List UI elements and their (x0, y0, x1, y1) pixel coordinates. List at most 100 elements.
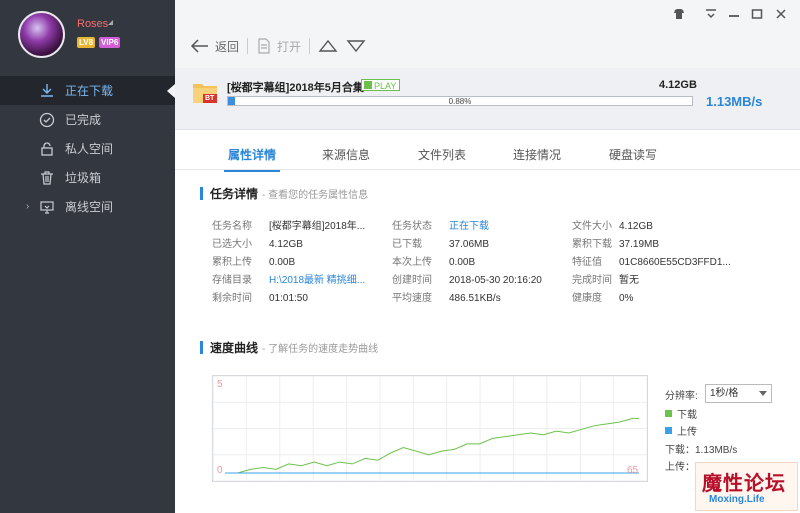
tab-files[interactable]: 文件列表 (418, 146, 466, 171)
download-speed-readout: 下载：1.13MB/s (665, 445, 738, 456)
section-title: 任务详情 (210, 187, 259, 201)
section-subtitle: - 查看您的任务属性信息 (262, 190, 369, 201)
legend-swatch-download (665, 410, 672, 417)
resolution-label: 分辨率: (665, 391, 698, 402)
back-label: 返回 (215, 39, 240, 54)
detail-row: 已选大小 4.12GB (212, 236, 365, 254)
sidebar-item-downloading[interactable]: 正在下载 (0, 76, 175, 105)
sidebar-item-label: 已完成 (65, 113, 102, 127)
details-column-2: 任务状态 正在下载 已下载 37.06MB 本次上传 0.00B 创建时间 2018-0… (392, 218, 542, 308)
detail-label: 健康度 (572, 293, 602, 304)
resolution-value: 1秒/格 (710, 388, 739, 399)
detail-label: 创建时间 (392, 275, 432, 286)
task-size: 4.12GB (659, 79, 697, 91)
skin-icon[interactable] (671, 6, 687, 22)
detail-row: 创建时间 2018-05-30 20:16:20 (392, 272, 542, 290)
sidebar-item-offline[interactable]: › 离线空间 (0, 192, 175, 221)
tab-disk-io[interactable]: 硬盘读写 (609, 146, 657, 171)
section-title: 速度曲线 (210, 341, 259, 355)
detail-value: [桜都字幕组]2018年... (269, 221, 366, 232)
task-name: [桜都字幕组]2018年5月合集 (227, 82, 364, 94)
sidebar: Roses LV8 VIP6 正在下载 已完成 私人空间 垃圾箱 › 离线空间 (0, 0, 175, 513)
sidebar-item-completed[interactable]: 已完成 (0, 105, 175, 134)
tab-properties[interactable]: 属性详情 (223, 146, 281, 172)
lock-icon (38, 140, 56, 158)
open-button[interactable]: 打开 (256, 38, 301, 55)
detail-row: 存储目录 H:\2018最新 精挑细... (212, 272, 365, 290)
detail-value: 37.19MB (619, 239, 660, 250)
trash-icon (38, 169, 56, 187)
detail-label: 特征值 (572, 257, 602, 268)
user-menu-caret-icon[interactable] (108, 20, 113, 25)
detail-row: 累积下载 37.19MB (572, 236, 731, 254)
file-type-label: BT (205, 95, 215, 102)
close-icon[interactable] (773, 6, 789, 22)
detail-value: 01C8660E55CD3FFD1... (619, 257, 731, 268)
bt-folder-icon: BT (192, 80, 218, 104)
detail-value: 4.12GB (619, 221, 653, 232)
progress-bar: 0.88% (227, 96, 693, 106)
play-button[interactable]: PLAY (361, 79, 401, 91)
arrow-left-icon (190, 39, 208, 53)
details-column-3: 文件大小 4.12GB 累积下载 37.19MB 特征值 01C8660E55CD3F… (572, 218, 731, 308)
speed-section-header: 速度曲线 - 了解任务的速度走势曲线 (200, 339, 378, 356)
detail-row: 本次上传 0.00B (392, 254, 542, 272)
sidebar-item-trash[interactable]: 垃圾箱 (0, 163, 175, 192)
username[interactable]: Roses (77, 18, 108, 30)
back-button[interactable]: 返回 (190, 38, 239, 55)
tab-connections[interactable]: 连接情况 (513, 146, 561, 171)
cloud-monitor-icon (38, 198, 56, 216)
chevron-right-icon[interactable]: › (26, 201, 29, 212)
triangle-down-icon (346, 40, 366, 53)
move-up-button[interactable] (318, 39, 338, 53)
detail-label: 累积上传 (212, 257, 252, 268)
sidebar-nav: 正在下载 已完成 私人空间 垃圾箱 › 离线空间 (0, 76, 175, 221)
detail-row: 任务名称 [桜都字幕组]2018年... (212, 218, 365, 236)
avatar[interactable] (18, 11, 65, 58)
task-row[interactable]: BT [桜都字幕组]2018年5月合集 PLAY 4.12GB 0.88% 1.… (175, 68, 800, 130)
check-circle-icon (38, 111, 56, 129)
watermark-logo: 魔性论坛 Moxing.Life (695, 462, 798, 511)
task-status-value: 正在下载 (449, 221, 489, 232)
detail-value: 01:01:50 (269, 293, 308, 304)
resolution-select[interactable]: 1秒/格 (705, 384, 772, 403)
detail-tabs: 属性详情 来源信息 文件列表 连接情况 硬盘读写 (175, 140, 800, 172)
sidebar-item-label: 离线空间 (65, 200, 114, 214)
series-line-download (225, 417, 639, 474)
triangle-up-icon (318, 39, 338, 52)
detail-value: 486.51KB/s (449, 293, 501, 304)
x-axis-right-label: 65 (627, 465, 639, 476)
detail-row: 已下载 37.06MB (392, 236, 542, 254)
detail-value: 2018-05-30 20:16:20 (449, 275, 542, 286)
watermark-url: Moxing.Life (709, 494, 765, 505)
menu-icon[interactable] (703, 6, 719, 22)
legend-swatch-upload (665, 427, 672, 434)
tab-source[interactable]: 来源信息 (322, 146, 370, 171)
details-column-1: 任务名称 [桜都字幕组]2018年... 已选大小 4.12GB 累积上传 0.00B… (212, 218, 365, 308)
detail-label: 剩余时间 (212, 293, 252, 304)
detail-value: 37.06MB (449, 239, 490, 250)
sidebar-item-private[interactable]: 私人空间 (0, 134, 175, 163)
task-speed: 1.13MB/s (706, 94, 763, 109)
download-icon (38, 82, 56, 100)
detail-row: 剩余时间 01:01:50 (212, 290, 365, 308)
detail-row: 任务状态 正在下载 (392, 218, 542, 236)
toolbar-divider (247, 38, 249, 54)
section-marker (200, 187, 203, 200)
sidebar-item-label: 正在下载 (65, 84, 114, 98)
maximize-icon[interactable] (749, 6, 765, 22)
legend-label: 下载 (677, 410, 697, 421)
minimize-icon[interactable] (726, 6, 742, 22)
storage-path-link[interactable]: H:\2018最新 精挑细... (269, 272, 365, 290)
move-down-button[interactable] (346, 39, 366, 53)
detail-value: 0% (619, 293, 634, 304)
legend-label: 上传 (677, 427, 697, 438)
detail-label: 存储目录 (212, 275, 252, 286)
open-label: 打开 (277, 39, 302, 54)
detail-label: 累积下载 (572, 239, 612, 250)
detail-value: 暂无 (619, 275, 639, 286)
sidebar-item-label: 垃圾箱 (65, 171, 102, 185)
level-badge: LV8 (77, 37, 96, 48)
detail-row: 平均速度 486.51KB/s (392, 290, 542, 308)
progress-text: 0.88% (448, 97, 472, 106)
